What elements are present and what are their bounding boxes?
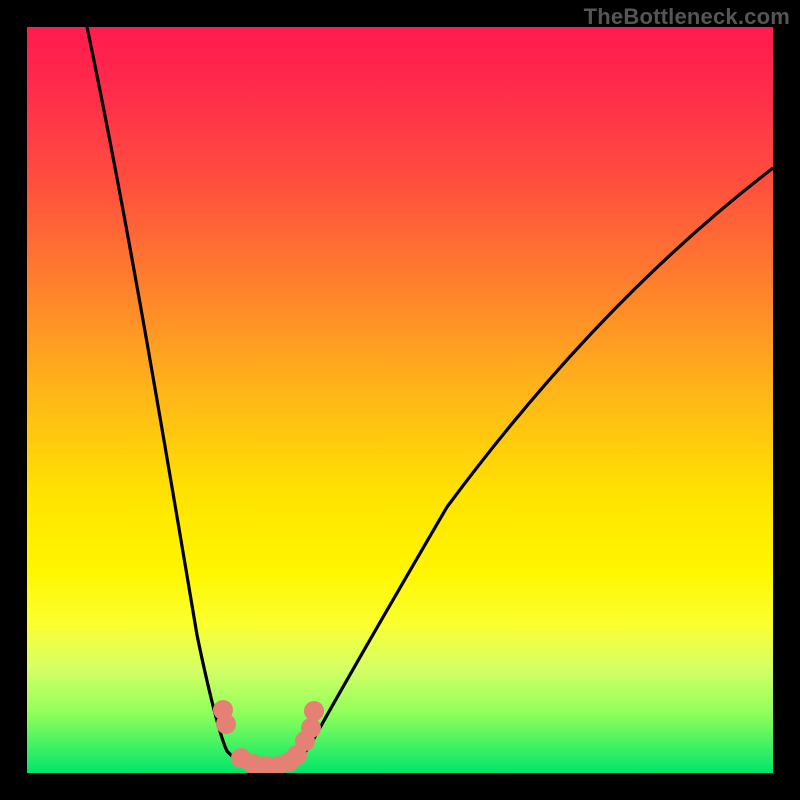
data-marker: [301, 718, 321, 738]
curve-layer: [27, 27, 773, 773]
data-marker: [216, 714, 236, 734]
data-marker: [304, 701, 324, 721]
left-curve: [87, 27, 277, 770]
chart-frame: [27, 27, 773, 773]
right-curve: [277, 168, 773, 770]
